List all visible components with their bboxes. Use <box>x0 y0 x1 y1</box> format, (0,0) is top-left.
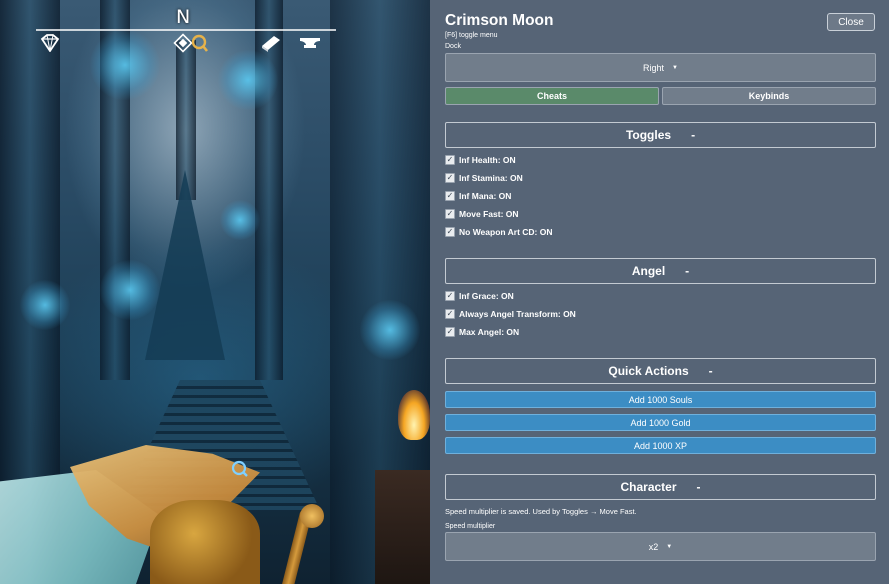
crystal-glow <box>218 50 278 110</box>
checkbox[interactable]: ✓ <box>445 173 455 183</box>
speed-multiplier-dropdown[interactable]: x2 ▼ <box>445 532 876 561</box>
dock-dropdown[interactable]: Right ▼ <box>445 53 876 82</box>
checkbox[interactable]: ✓ <box>445 227 455 237</box>
checkbox[interactable]: ✓ <box>445 191 455 201</box>
map-fragment-icon <box>171 33 211 53</box>
tab-keybinds[interactable]: Keybinds <box>662 87 876 105</box>
compass-bar <box>36 29 336 31</box>
cheat-menu-panel: Crimson Moon Close [F6] toggle menu Dock… <box>430 0 889 584</box>
checkbox-label: Inf Mana: ON <box>459 191 512 201</box>
checkbox-label: Move Fast: ON <box>459 209 519 219</box>
toggle-inf-mana[interactable]: ✓ Inf Mana: ON <box>445 189 511 203</box>
section-title: Character <box>620 480 677 494</box>
crystal-shard-icon <box>38 33 62 53</box>
collapse-icon: - <box>708 364 713 378</box>
close-button[interactable]: Close <box>827 13 875 31</box>
toggle-no-weapon-art-cd[interactable]: ✓ No Weapon Art CD: ON <box>445 225 553 239</box>
toggle-move-fast[interactable]: ✓ Move Fast: ON <box>445 207 519 221</box>
toggle-inf-health[interactable]: ✓ Inf Health: ON <box>445 153 516 167</box>
chevron-down-icon: ▼ <box>666 543 673 550</box>
checkbox[interactable]: ✓ <box>445 309 455 319</box>
collapse-icon: - <box>696 480 701 494</box>
toggle-max-angel[interactable]: ✓ Max Angel: ON <box>445 325 519 339</box>
checkbox[interactable]: ✓ <box>445 155 455 165</box>
checkbox[interactable]: ✓ <box>445 327 455 337</box>
dock-label: Dock <box>445 43 461 50</box>
section-title: Quick Actions <box>608 364 689 378</box>
speed-multiplier-label: Speed multiplier <box>445 523 496 530</box>
checkbox-label: No Weapon Art CD: ON <box>459 227 553 237</box>
chevron-down-icon: ▼ <box>672 64 678 71</box>
crystal-glow <box>90 30 160 100</box>
section-angel-header[interactable]: Angel - <box>445 258 876 284</box>
speed-multiplier-value: x2 <box>648 541 659 552</box>
dock-value: Right <box>643 62 665 73</box>
checkbox-label: Max Angel: ON <box>459 327 520 337</box>
collapse-icon: - <box>685 264 690 278</box>
speed-note: Speed multiplier is saved. Used by Toggl… <box>445 507 637 516</box>
section-quick-actions-header[interactable]: Quick Actions - <box>445 358 876 384</box>
checkbox-label: Inf Health: ON <box>459 155 516 165</box>
crystal-glow <box>20 280 70 330</box>
crystal-glow <box>220 200 260 240</box>
toggle-always-angel-transform[interactable]: ✓ Always Angel Transform: ON <box>445 307 576 321</box>
section-title: Angel <box>631 264 666 278</box>
add-1000-xp-button[interactable]: Add 1000 XP <box>445 437 876 454</box>
add-1000-gold-button[interactable]: Add 1000 Gold <box>445 414 876 431</box>
section-character-header[interactable]: Character - <box>445 474 876 500</box>
checkbox-label: Always Angel Transform: ON <box>459 309 576 319</box>
toggle-inf-grace[interactable]: ✓ Inf Grace: ON <box>445 289 514 303</box>
brazier-flame <box>398 390 430 440</box>
compass-heading: N <box>176 6 191 28</box>
lock-on-target-icon <box>231 460 248 477</box>
add-1000-souls-button[interactable]: Add 1000 Souls <box>445 391 876 408</box>
player-armor <box>150 500 260 584</box>
crystal-glow <box>100 260 160 320</box>
checkbox-label: Inf Grace: ON <box>459 291 514 301</box>
crystal-glow <box>360 300 420 360</box>
collapse-icon: - <box>691 128 696 142</box>
tab-cheats[interactable]: Cheats <box>445 87 659 105</box>
crystal-spire <box>145 170 225 360</box>
section-toggles-header[interactable]: Toggles - <box>445 122 876 148</box>
brazier <box>375 470 430 584</box>
checkbox[interactable]: ✓ <box>445 291 455 301</box>
anvil-icon <box>298 33 322 53</box>
checkbox[interactable]: ✓ <box>445 209 455 219</box>
checkbox-label: Inf Stamina: ON <box>459 173 523 183</box>
toggle-menu-hint: [F6] toggle menu <box>445 32 498 39</box>
staff-head <box>300 504 324 528</box>
game-viewport: N <box>0 0 430 584</box>
book-icon <box>259 33 283 53</box>
section-title: Toggles <box>625 128 672 142</box>
panel-title: Crimson Moon <box>445 12 554 29</box>
toggle-inf-stamina[interactable]: ✓ Inf Stamina: ON <box>445 171 523 185</box>
